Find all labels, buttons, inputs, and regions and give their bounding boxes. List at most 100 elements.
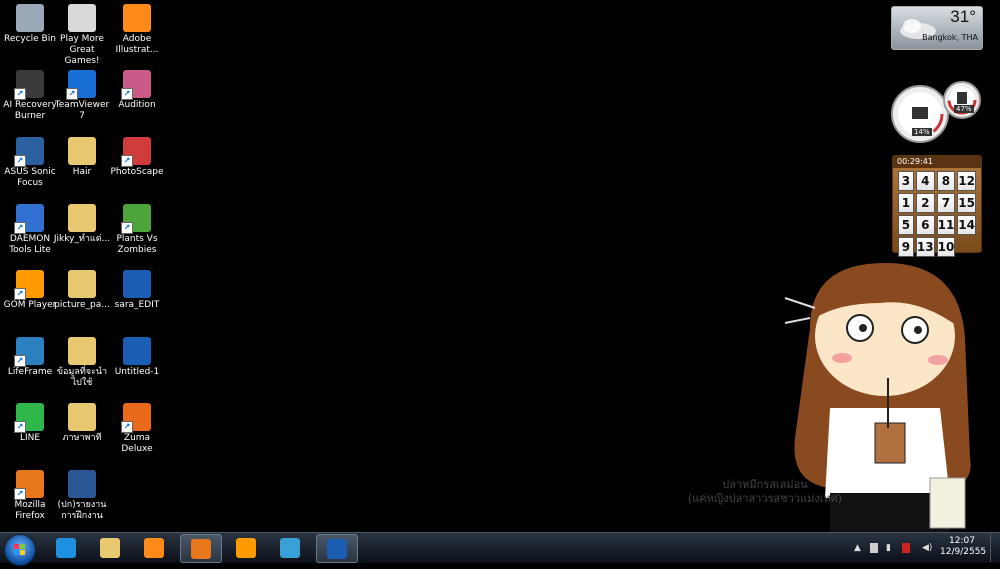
puzzle-tile[interactable]: 14 <box>957 215 976 235</box>
taskbar-button-messenger[interactable] <box>270 534 310 561</box>
puzzle-tile[interactable]: 5 <box>898 215 914 235</box>
show-hidden-icons-icon[interactable]: ▲ <box>854 543 864 553</box>
memory-usage: 47% <box>954 105 974 113</box>
puzzle-tile[interactable]: 8 <box>936 171 956 191</box>
folder-icon <box>68 270 96 298</box>
desktop-icon-gom-player[interactable]: ↗ GOM Player <box>0 270 60 311</box>
messenger-icon <box>280 538 300 558</box>
shortcut-arrow-icon: ↗ <box>14 288 26 300</box>
taskbar-button-firefox[interactable] <box>180 534 222 563</box>
desktop-icon-pvz[interactable]: ↗ Plants Vs Zombies <box>107 204 167 256</box>
puzzle-tile[interactable]: 2 <box>915 193 935 213</box>
desktop-icon-zuma[interactable]: ↗ Zuma Deluxe <box>107 403 167 455</box>
desktop-icon-folder[interactable]: ภาษาพาที <box>52 403 112 444</box>
asus-icon: ↗ <box>14 137 44 167</box>
desktop-icon-photoscape[interactable]: ↗ PhotoScape <box>107 137 167 178</box>
taskbar-button-media-player[interactable] <box>134 534 174 561</box>
desktop-icon-line[interactable]: ↗ LINE <box>0 403 60 444</box>
taskbar-button-windows-explorer[interactable] <box>90 534 130 561</box>
folder-icon <box>68 337 96 365</box>
taskbar-button-gom-player[interactable] <box>226 534 266 561</box>
desktop-icon-psd-file[interactable]: Untitled-1 <box>107 337 167 378</box>
clock[interactable]: 12:07 12/9/2555 <box>940 536 986 558</box>
desktop-icon-label: Zuma Deluxe <box>121 433 153 454</box>
psd-file-icon <box>123 337 151 365</box>
picture-puzzle-gadget[interactable]: 00:29:41 3 4 8 12 1 2 7 15 5 6 11 14 9 13 10 <box>892 155 982 257</box>
clock-time: 12:07 <box>949 536 975 546</box>
weather-gadget[interactable]: 31° Bangkok, THA <box>891 6 983 50</box>
desktop-icon-label: ภาษาพาที <box>62 433 102 443</box>
action-center-icon[interactable] <box>902 543 910 553</box>
teamviewer-icon: ↗ <box>66 70 96 100</box>
desktop-icon-label: LifeFrame <box>7 367 53 377</box>
volume-icon[interactable]: ◀) <box>922 543 932 553</box>
audition-icon: ↗ <box>121 70 151 100</box>
shortcut-arrow-icon: ↗ <box>14 355 26 367</box>
lifeframe-icon: ↗ <box>14 337 44 367</box>
shortcut-arrow-icon: ↗ <box>14 222 26 234</box>
wallpaper-caption: ปลาหมึกรสเลม่อน (แค่หญิงปลาสาวรสชาวแม่งเ… <box>680 478 850 506</box>
desktop-icon-label: Audition <box>118 100 156 110</box>
firefox-icon <box>191 539 211 559</box>
shortcut-arrow-icon: ↗ <box>14 488 26 500</box>
wallpaper-caption-line-1: ปลาหมึกรสเลม่อน <box>722 478 808 491</box>
puzzle-tile[interactable] <box>957 237 976 257</box>
puzzle-tile[interactable]: 6 <box>915 215 935 235</box>
desktop-icon-label: picture_pa... <box>54 300 110 310</box>
desktop-icon-label: sara_EDIT <box>114 300 160 310</box>
network-signal-icon[interactable]: ▮ <box>886 543 896 553</box>
gom-player-icon <box>236 538 256 558</box>
weather-city: Bangkok, THA <box>922 33 978 42</box>
clipboard-icon[interactable] <box>870 543 878 553</box>
desktop-icon-daemon-tools[interactable]: ↗ DAEMON Tools Lite <box>0 204 60 256</box>
show-desktop-button[interactable] <box>990 533 1000 562</box>
taskbar: ▲ ▮ ◀) 12:07 12/9/2555 <box>0 532 1000 566</box>
puzzle-tile[interactable]: 12 <box>957 171 976 191</box>
desktop-icon-label: Mozilla Firefox <box>14 500 46 521</box>
pvz-icon: ↗ <box>121 204 151 234</box>
taskbar-button-photoshop[interactable] <box>316 534 358 563</box>
desktop-icon-recovery[interactable]: ↗ AI Recovery Burner <box>0 70 60 122</box>
windows-logo-icon <box>14 544 25 555</box>
weather-temperature: 31° <box>950 7 976 26</box>
desktop-icon-label: TeamViewer 7 <box>54 100 110 121</box>
puzzle-tile[interactable]: 3 <box>898 171 914 191</box>
desktop-icon-psd-file[interactable]: sara_EDIT <box>107 270 167 311</box>
desktop-icon-audition[interactable]: ↗ Audition <box>107 70 167 111</box>
puzzle-tile[interactable]: 9 <box>898 237 914 257</box>
puzzle-tile[interactable]: 11 <box>936 215 956 235</box>
puzzle-tile[interactable]: 13 <box>915 237 935 257</box>
desktop-icon-label: Untitled-1 <box>114 367 160 377</box>
desktop-icon-asus[interactable]: ↗ ASUS Sonic Focus <box>0 137 60 189</box>
desktop-icon-word-doc[interactable]: (ปก)รายงานการฝึกงาน <box>52 470 112 522</box>
puzzle-tile[interactable]: 10 <box>936 237 956 257</box>
desktop-icon-recycle-bin[interactable]: Recycle Bin <box>0 4 60 45</box>
desktop-icon-folder[interactable]: Jikky_ทำแต่... <box>52 204 112 245</box>
desktop-icon-label: AI Recovery Burner <box>3 100 57 121</box>
puzzle-tile[interactable]: 15 <box>957 193 976 213</box>
start-button[interactable] <box>4 534 36 566</box>
shortcut-arrow-icon: ↗ <box>14 421 26 433</box>
shortcut-arrow-icon: ↗ <box>121 155 133 167</box>
psd-file-icon <box>123 270 151 298</box>
desktop-icon-games[interactable]: Play More Great Games! <box>52 4 112 67</box>
word-doc-icon <box>68 470 96 498</box>
desktop-icon-folder[interactable]: Hair <box>52 137 112 178</box>
desktop-icon-folder[interactable]: ข้อมูลที่จะนำไปใช้ <box>52 337 112 389</box>
desktop-icon-label: PhotoScape <box>110 167 164 177</box>
desktop-icon-folder[interactable]: picture_pa... <box>52 270 112 311</box>
puzzle-tile[interactable]: 7 <box>936 193 956 213</box>
shortcut-arrow-icon: ↗ <box>14 88 26 100</box>
puzzle-tile[interactable]: 4 <box>915 171 935 191</box>
desktop-icon-lifeframe[interactable]: ↗ LifeFrame <box>0 337 60 378</box>
puzzle-tile[interactable]: 1 <box>898 193 914 213</box>
desktop-icon-teamviewer[interactable]: ↗ TeamViewer 7 <box>52 70 112 122</box>
firefox-icon: ↗ <box>14 470 44 500</box>
desktop-icon-firefox[interactable]: ↗ Mozilla Firefox <box>0 470 60 522</box>
desktop-icon-illustrator[interactable]: Adobe Illustrat... <box>107 4 167 56</box>
desktop-icon-label: ข้อมูลที่จะนำไปใช้ <box>56 367 108 388</box>
cpu-meter-gadget[interactable]: 14% 47% <box>890 80 986 144</box>
puzzle-grid: 3 4 8 12 1 2 7 15 5 6 11 14 9 13 10 <box>898 171 976 257</box>
taskbar-button-internet-explorer[interactable] <box>46 534 86 561</box>
desktop-icon-label: Plants Vs Zombies <box>116 234 158 255</box>
